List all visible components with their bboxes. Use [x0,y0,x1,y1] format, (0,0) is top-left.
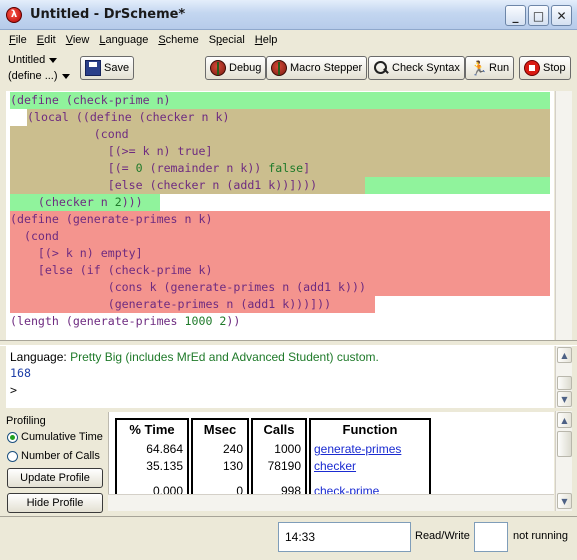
column-msec: Msec 240 130 0 [191,418,249,494]
running-figure-icon: 🏃 [470,60,488,76]
code-line: (cond [10,228,550,245]
drscheme-logo-icon: λ [6,6,22,23]
code-line: (define (check-prime n) [10,92,550,109]
menu-file[interactable]: File [4,34,32,46]
hide-profile-button[interactable]: Hide Profile [7,493,103,513]
menu-special[interactable]: Special [204,34,250,46]
toolbar: Untitled (define ...) Save Debug Macro S… [0,49,577,91]
cell-calls: 998 [280,484,301,494]
menu-view[interactable]: View [61,34,95,46]
position-field: 14:33 [278,522,411,552]
scroll-down-icon[interactable]: ▼ [557,391,572,407]
status-bar: 14:33 Read/Write not running [0,516,577,560]
number-of-calls-radio[interactable]: Number of Calls [7,450,100,462]
cell-calls: 78190 [267,459,301,473]
radio-unselected-icon [7,450,18,462]
debug-button[interactable]: Debug [205,56,267,80]
close-button[interactable]: ✕ [551,5,572,26]
code-line: (cons k (generate-primes n (add1 k))) [10,279,550,296]
cell-msec: 240 [222,442,243,456]
editor-scrollbar[interactable] [555,91,572,340]
column-percent-time: % Time 64.864 35.135 0.000 [115,418,189,494]
interactions-pane[interactable]: Language: Pretty Big (includes MrEd and … [6,346,554,408]
cell-msec: 130 [222,459,243,473]
column-function: Function generate-primes checker check-p… [309,418,431,494]
menu-help[interactable]: Help [250,34,283,46]
code-line: [else (if (check-prime k) [10,262,550,279]
cell-time: 35.135 [146,459,183,473]
code-line: [(= 0 (remainder n k)) false] [10,160,550,177]
file-name-menu[interactable]: Untitled [8,54,58,66]
code-line: [else (checker n (add1 k))]))) [10,177,550,194]
stop-button[interactable]: Stop [519,56,571,80]
radio-selected-icon [7,431,18,443]
cell-time: 64.864 [146,442,183,456]
code-line: (length (generate-primes 1000 2)) [10,314,241,328]
running-status: not running [513,530,569,542]
maximize-button[interactable]: □ [528,5,549,26]
scroll-down-icon[interactable]: ▼ [557,493,572,509]
read-write-status: Read/Write [415,530,470,542]
function-link[interactable]: check-prime [314,484,379,494]
code-line: [(>= k n) true] [10,143,550,160]
macro-stepper-icon [271,60,287,76]
scroll-thumb[interactable] [557,376,572,390]
minimize-button[interactable]: _ [505,5,526,26]
code-line: (checker n 2))) [10,194,160,211]
profile-results: % Time 64.864 35.135 0.000 Msec 240 130 … [108,412,554,494]
magnifier-icon [373,60,389,76]
definitions-editor[interactable]: (define (check-prime n) (local ((define … [6,91,554,340]
cell-time: 0.000 [152,484,183,494]
window-title: Untitled - DrScheme* [30,7,186,22]
profile-hscrollbar[interactable] [108,494,554,511]
run-button[interactable]: 🏃 Run [465,56,515,80]
check-syntax-button[interactable]: Check Syntax [368,56,465,80]
scroll-thumb[interactable] [557,431,572,457]
scroll-up-icon[interactable]: ▲ [557,412,572,428]
column-calls: Calls 1000 78190 998 [251,418,307,494]
scroll-up-icon[interactable]: ▲ [557,347,572,363]
profile-controls: Profiling Cumulative Time Number of Call… [0,411,108,516]
menu-scheme[interactable]: Scheme [153,34,203,46]
result-value: 168 [10,366,31,380]
profiling-label: Profiling [6,415,46,427]
cell-calls: 1000 [274,442,301,456]
profile-scrollbar[interactable]: ▲ ▼ [555,411,572,511]
function-link[interactable]: checker [314,459,356,473]
menu-edit[interactable]: Edit [32,34,61,46]
menu-bar: File Edit View Language Scheme Special H… [0,30,577,49]
define-menu[interactable]: (define ...) [8,70,70,82]
cell-msec: 0 [236,484,243,494]
repl-prompt: > [10,383,17,397]
cumulative-time-radio[interactable]: Cumulative Time [7,431,103,443]
floppy-disk-icon [85,60,101,76]
status-indicator-box [474,522,508,552]
menu-language[interactable]: Language [94,34,153,46]
macro-stepper-button[interactable]: Macro Stepper [266,56,368,80]
language-line: Language: Pretty Big (includes MrEd and … [10,350,379,364]
chevron-down-icon [49,57,58,63]
bug-icon [210,60,226,76]
interactions-scrollbar[interactable]: ▲ ▼ [555,346,572,408]
save-button[interactable]: Save [80,56,135,80]
chevron-down-icon [61,73,70,79]
title-bar: λ Untitled - DrScheme* _ □ ✕ [0,0,577,30]
code-line: (cond [10,126,550,143]
stop-icon [524,60,540,76]
code-line: (generate-primes n (add1 k)))])) [10,296,375,313]
function-link[interactable]: generate-primes [314,442,401,456]
update-profile-button[interactable]: Update Profile [7,468,103,488]
code-line: [(> k n) empty] [10,245,550,262]
code-line: (define (generate-primes n k) [10,211,550,228]
code-line: (local ((define (checker n k) [10,109,550,126]
